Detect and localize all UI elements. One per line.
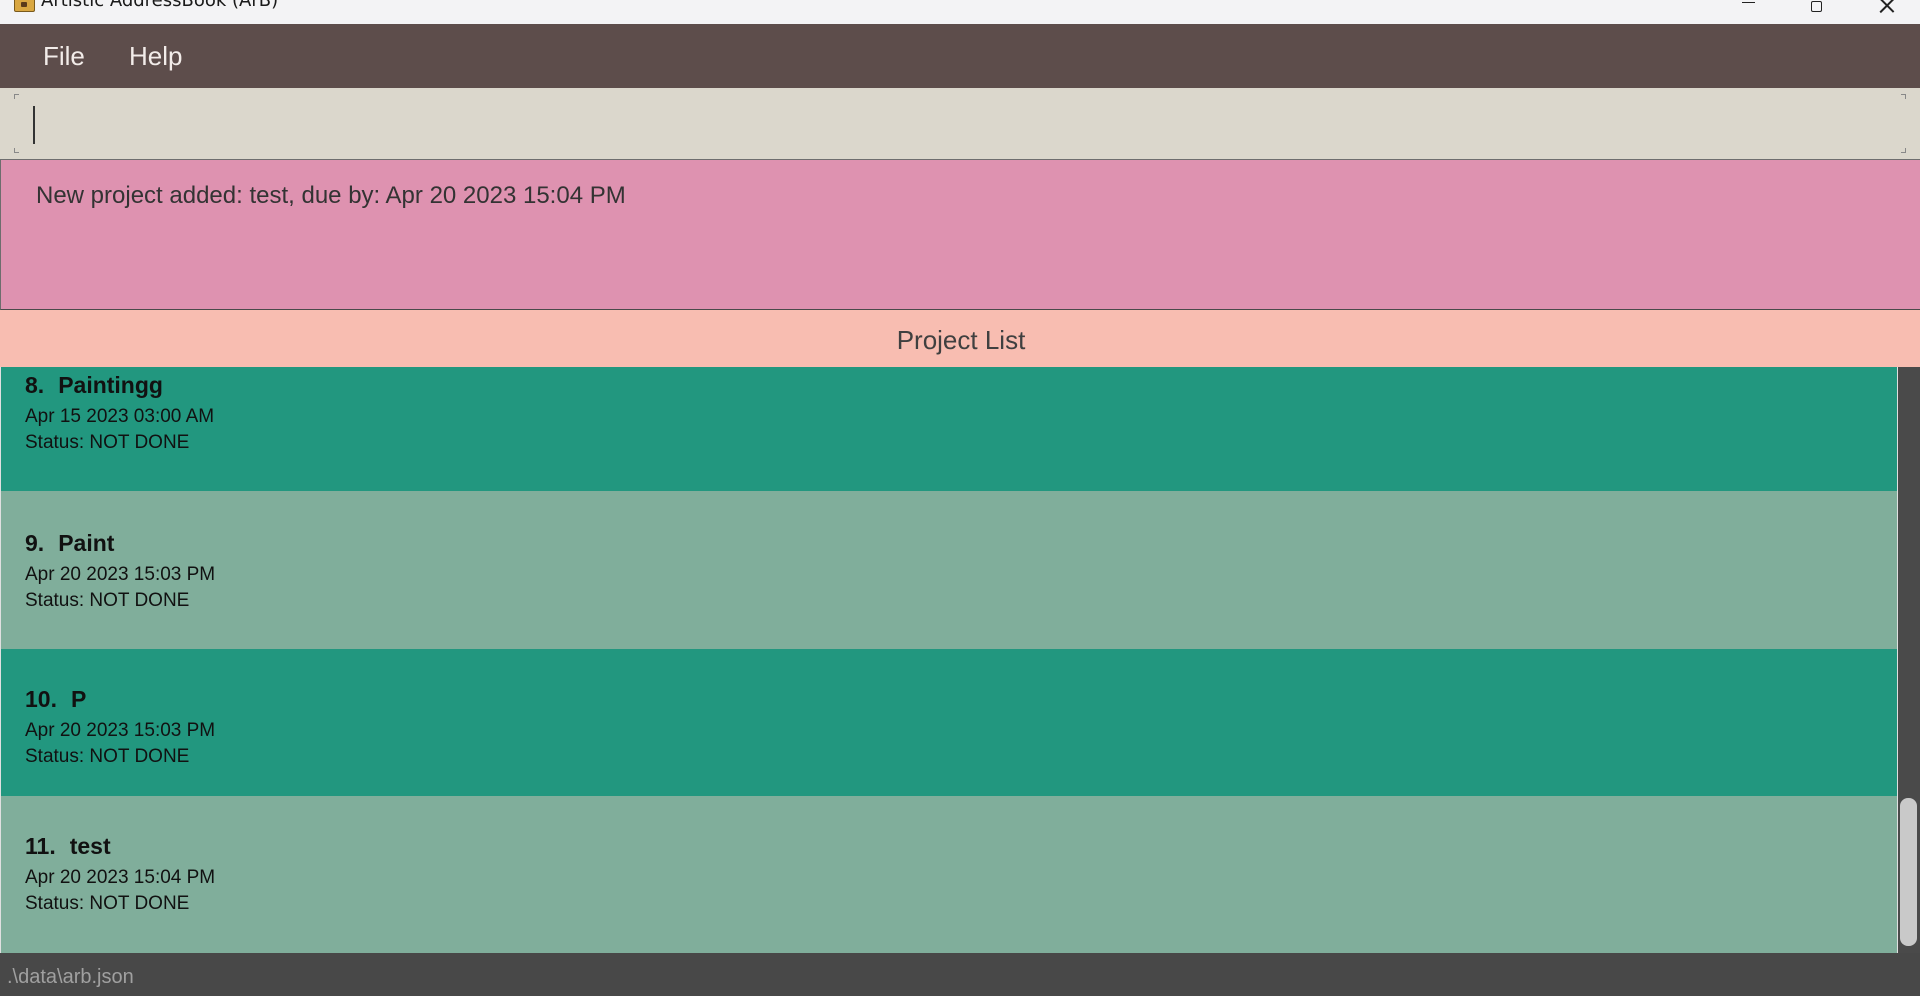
window-title: Artistic AddressBook (ArB): [41, 0, 279, 11]
project-title: 11. test: [25, 832, 111, 860]
project-card[interactable]: 10. P Apr 20 2023 15:03 PM Status: NOT DO…: [1, 649, 1897, 807]
project-deadline: Apr 20 2023 15:03 PM: [25, 564, 216, 585]
result-message: New project added: test, due by: Apr 20 …: [36, 182, 626, 209]
project-list-title: Project List: [896, 325, 1026, 355]
project-title: 10. P: [25, 685, 86, 713]
project-list[interactable]: 8. Paintingg Apr 15 2023 03:00 AM Status:…: [0, 367, 1920, 953]
menu-bar: File Help: [0, 24, 1920, 88]
project-card[interactable]: 11. test Apr 20 2023 15:04 PM Status: NOT…: [1, 796, 1897, 953]
project-index: 11.: [25, 833, 56, 859]
close-icon: [1879, 0, 1894, 13]
project-index: 10.: [25, 686, 57, 712]
project-name: Paintingg: [58, 372, 163, 398]
project-status: Status: NOT DONE: [25, 590, 190, 611]
app-window: Artistic AddressBook (ArB) File Help New…: [0, 0, 1920, 996]
maximize-button[interactable]: [1782, 0, 1850, 24]
menu-help[interactable]: Help: [129, 41, 182, 71]
project-index: 8.: [25, 372, 45, 398]
project-list-header: Project List: [0, 310, 1920, 367]
project-list-scroll-thumb[interactable]: [1900, 798, 1917, 946]
project-status: Status: NOT DONE: [25, 893, 190, 914]
status-bar: .\data\arb.json: [0, 953, 1920, 996]
project-status: Status: NOT DONE: [25, 746, 190, 767]
app-logo-icon: [14, 0, 35, 12]
command-input[interactable]: [12, 94, 1910, 154]
project-name: test: [69, 833, 111, 859]
project-card[interactable]: 8. Paintingg Apr 15 2023 03:00 AM Status:…: [1, 367, 1897, 491]
project-index: 9.: [25, 530, 45, 556]
result-display: New project added: test, due by: Apr 20 …: [0, 160, 1920, 310]
maximize-icon: [1810, 0, 1822, 12]
project-deadline: Apr 20 2023 15:03 PM: [25, 720, 216, 741]
project-deadline: Apr 15 2023 03:00 AM: [25, 406, 215, 427]
minimize-button[interactable]: [1714, 0, 1782, 24]
close-button[interactable]: [1852, 0, 1920, 24]
minimize-icon: [1741, 1, 1755, 3]
data-file-path: .\data\arb.json: [7, 966, 134, 988]
project-title: 9. Paint: [25, 529, 114, 557]
project-status: Status: NOT DONE: [25, 432, 190, 453]
project-title: 8. Paintingg: [25, 371, 163, 399]
text-caret: [33, 106, 35, 144]
menu-file[interactable]: File: [43, 41, 85, 71]
title-bar[interactable]: Artistic AddressBook (ArB): [0, 0, 1920, 24]
command-box: [0, 88, 1920, 160]
project-name: P: [70, 686, 87, 712]
project-card[interactable]: 9. Paint Apr 20 2023 15:03 PM Status: NOT…: [1, 491, 1897, 649]
project-deadline: Apr 20 2023 15:04 PM: [25, 867, 216, 888]
project-name: Paint: [58, 530, 115, 556]
